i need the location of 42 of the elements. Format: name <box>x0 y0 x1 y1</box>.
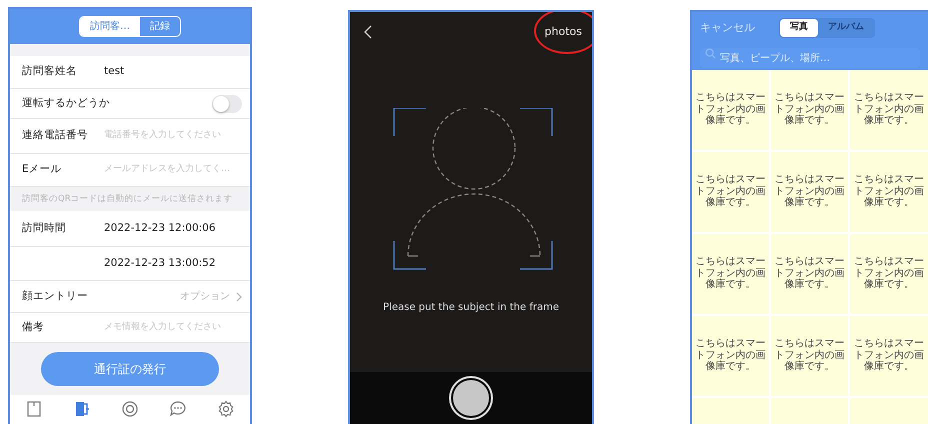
image-placeholder[interactable]: こちらはスマートフォン内の画像庫です。 <box>850 152 928 232</box>
field-label: 運転するかどうか <box>22 96 110 111</box>
image-placeholder[interactable]: こちらはスマートフォン内の画像庫です。 <box>850 70 928 150</box>
input-field[interactable]: メールアドレスを入力してく… <box>104 163 242 177</box>
image-placeholder[interactable]: こちらはスマートフォン内の画像庫です。 <box>692 316 769 396</box>
toggle-switch[interactable] <box>212 94 242 112</box>
field-value: 2022-12-23 12:00:06 <box>104 220 216 236</box>
image-placeholder[interactable]: こちらはスマートフォン内の画像庫です。 <box>692 234 769 314</box>
input-field[interactable]: メモ情報を入力してください <box>104 320 242 334</box>
document-icon[interactable] <box>25 400 43 418</box>
field-label: 訪問時間 <box>22 220 67 236</box>
image-placeholder[interactable]: こちらはスマートフォン内の画像庫です。 <box>771 234 848 314</box>
highlight-circle <box>534 12 592 54</box>
field-value: 2022-12-23 13:00:52 <box>104 256 216 271</box>
image-placeholder[interactable]: こちらはスマートフォン内の画像庫です。 <box>771 70 848 150</box>
field-value: test <box>104 64 124 80</box>
image-placeholder[interactable]: こちらはスマートフォン内の画像庫です。 <box>771 316 848 396</box>
back-icon[interactable] <box>364 25 372 39</box>
chevron-right-icon <box>236 292 242 302</box>
field-label: 顔エントリー <box>22 288 89 304</box>
field-label: 備考 <box>22 320 45 335</box>
input-field[interactable]: 電話番号を入力してください <box>104 129 242 143</box>
target-icon[interactable] <box>121 400 139 418</box>
field-label: 訪問客姓名 <box>22 64 78 80</box>
settings-icon[interactable] <box>217 400 235 418</box>
field-label: 連絡電話番号 <box>22 128 89 144</box>
door-icon[interactable] <box>73 400 91 418</box>
search-field[interactable]: 写真、ピープル、場所… <box>700 48 920 68</box>
photos-link[interactable]: photos <box>544 24 582 40</box>
chat-icon[interactable] <box>169 400 187 418</box>
search-icon <box>705 48 716 58</box>
segment-tab[interactable]: 写真 <box>780 19 818 36</box>
field-label: Eメール <box>22 162 63 178</box>
note-text: 訪問客のQRコードは自動的にメールに送信されます <box>21 192 234 206</box>
image-placeholder[interactable]: こちらはスマートフォン内の画像庫です。 <box>692 152 769 232</box>
image-placeholder[interactable]: こちらはスマートフォン内の画像庫です。 <box>692 70 769 150</box>
instruction-text: Please put the subject in the frame <box>382 301 560 315</box>
shutter-button[interactable] <box>453 380 489 416</box>
image-placeholder[interactable]: こちらはスマートフォン内の画像庫です。 <box>850 234 928 314</box>
image-placeholder[interactable]: こちらはスマートフォン内の画像庫です。 <box>771 152 848 232</box>
segment-tab[interactable]: 訪問客… <box>80 17 140 36</box>
image-placeholder[interactable]: こちらはスマートフォン内の画像庫です。 <box>850 316 928 396</box>
